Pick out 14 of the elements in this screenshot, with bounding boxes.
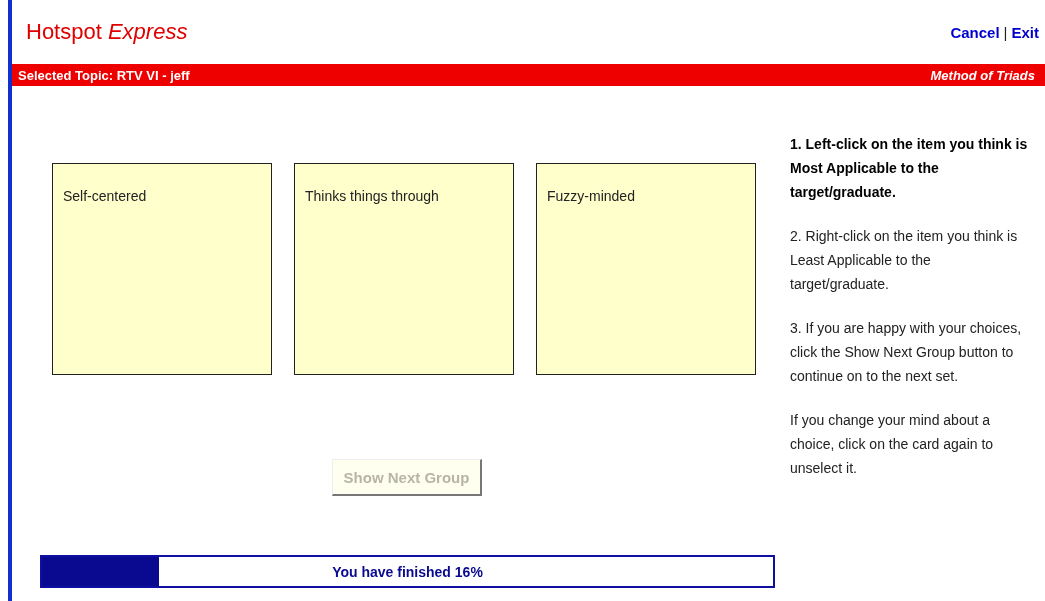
header-link[interactable]: Exit [1011, 23, 1039, 41]
instruction-text: 2. Right-click on the item you think is Least Applicable to the target/graduate. [790, 227, 1019, 294]
method-name: Method of Triads [930, 67, 1035, 83]
header-link[interactable]: Cancel [950, 23, 1000, 41]
link-separator: | [1003, 23, 1008, 41]
item-card[interactable]: Fuzzy-minded [536, 163, 756, 375]
instruction-text: 1. Left-click on the item you think is Most Applicable to the target/graduate. [790, 135, 1029, 202]
instruction-text: If you change your mind about a choice, click on the card again to unselect it. [790, 411, 995, 478]
item-card[interactable]: Self-centered [52, 163, 272, 375]
instruction-text: 3. If you are happy with your choices, click the Show Next Group button to continue on to the next set. [790, 319, 1023, 386]
item-card[interactable]: Thinks things through [294, 163, 514, 375]
app-title: Hotspot Express [26, 19, 188, 45]
selected-topic: Selected Topic: RTV VI - jeff [18, 67, 190, 83]
progress-label: You have finished 16% [332, 563, 483, 580]
